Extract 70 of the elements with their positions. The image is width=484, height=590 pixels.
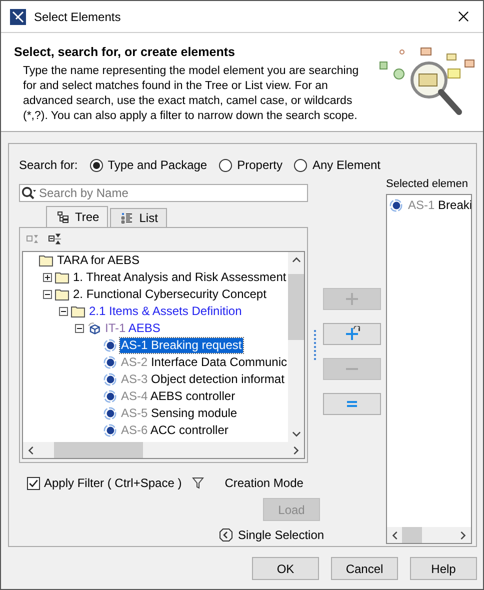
folder-icon (71, 305, 85, 318)
list-icon (121, 212, 134, 224)
filter-icon[interactable] (192, 477, 204, 489)
add-recursive-button[interactable] (323, 323, 381, 345)
search-for-label: Search for: (19, 158, 78, 172)
asset-icon (103, 390, 117, 403)
vertical-scrollbar[interactable] (288, 252, 304, 442)
radio-option[interactable]: Any Element (294, 158, 381, 172)
asset-icon (103, 373, 117, 386)
asset-icon (103, 407, 117, 420)
tree-toggle-icon[interactable] (75, 324, 84, 333)
window-title: Select Elements (34, 10, 122, 24)
plus-icon (344, 291, 360, 307)
collapse-all-icon[interactable] (48, 233, 62, 245)
horizontal-scrollbar[interactable] (387, 527, 471, 543)
horizontal-scrollbar[interactable] (23, 442, 304, 458)
tab[interactable]: Tree (46, 206, 108, 227)
collapse-left-icon (219, 528, 233, 542)
splitter-handle-icon[interactable] (314, 330, 316, 360)
scroll-right-icon[interactable] (460, 530, 466, 540)
tree-toggle-icon[interactable] (43, 290, 52, 299)
minus-icon (345, 367, 359, 371)
tree-icon (57, 211, 69, 223)
tree-item[interactable]: 2.1 Items & Assets Definition (88, 304, 243, 319)
asset-icon (102, 356, 117, 369)
tree-item[interactable]: AS-3 Object detection informat (120, 372, 286, 387)
tree-item[interactable]: 2. Functional Cybersecurity Concept (72, 287, 268, 302)
tab[interactable]: List (110, 208, 167, 227)
scroll-up-icon[interactable] (292, 257, 300, 263)
header-description: Type the name representing the model element you are searching for and select matches found in the Tree or List view. For an advanced search, use the exact match, camel case, or wildcards (*,?). You can also apply a filter to narrow down the search scope. (22, 64, 360, 124)
tree-item[interactable]: AS-6 ACC controller (120, 423, 230, 438)
folder-icon (55, 271, 69, 284)
selected-elements-list[interactable]: AS-1 Breaki (386, 194, 472, 544)
selected-elements-label: Selected elemen (386, 177, 469, 191)
app-icon (10, 8, 26, 24)
dialog-button[interactable]: OK (252, 557, 319, 580)
tree-item[interactable]: 1. Threat Analysis and Risk Assessment (72, 270, 288, 285)
asset-icon (389, 199, 403, 212)
asset-icon (103, 339, 117, 352)
remove-all-button[interactable] (323, 393, 381, 415)
dialog-button[interactable]: Cancel (331, 557, 398, 580)
tree-toggle-icon[interactable] (43, 273, 52, 282)
single-selection-link[interactable]: Single Selection (219, 528, 324, 542)
scroll-down-icon[interactable] (292, 431, 300, 437)
scroll-left-icon[interactable] (28, 446, 34, 454)
scroll-right-icon[interactable] (293, 446, 299, 454)
close-icon[interactable] (458, 11, 469, 22)
scroll-left-icon[interactable] (392, 530, 398, 540)
plus-refresh-icon (344, 326, 360, 342)
tree-toggle-icon[interactable] (59, 307, 68, 316)
radio-option[interactable]: Property (219, 158, 282, 172)
search-icon (21, 186, 37, 200)
creation-mode-label: Creation Mode (224, 476, 304, 490)
tree-item[interactable]: AS-5 Sensing module (120, 406, 238, 421)
checkmark-icon (28, 478, 39, 488)
header-title: Select, search for, or create elements (14, 45, 236, 59)
tree-item[interactable]: IT-1 AEBS (104, 321, 162, 336)
selected-element[interactable]: AS-1 Breaki (407, 198, 471, 213)
tree-item[interactable]: AS-2 Interface Data Communic (120, 355, 288, 370)
folder-icon (39, 254, 53, 267)
apply-filter-checkbox[interactable]: Apply Filter ( Ctrl+Space ) (27, 476, 182, 490)
folder-icon (55, 288, 69, 301)
tree-item[interactable]: AS-4 AEBS controller (120, 389, 236, 404)
tree-item[interactable]: TARA for AEBS (56, 253, 140, 268)
cube-icon (87, 322, 101, 335)
tree-item[interactable]: AS-1 Breaking request (120, 338, 243, 353)
dialog-button[interactable]: Help (410, 557, 477, 580)
radio-option[interactable]: Type and Package (90, 158, 208, 172)
asset-icon (103, 424, 117, 437)
search-field[interactable]: Search by Name (19, 184, 308, 202)
